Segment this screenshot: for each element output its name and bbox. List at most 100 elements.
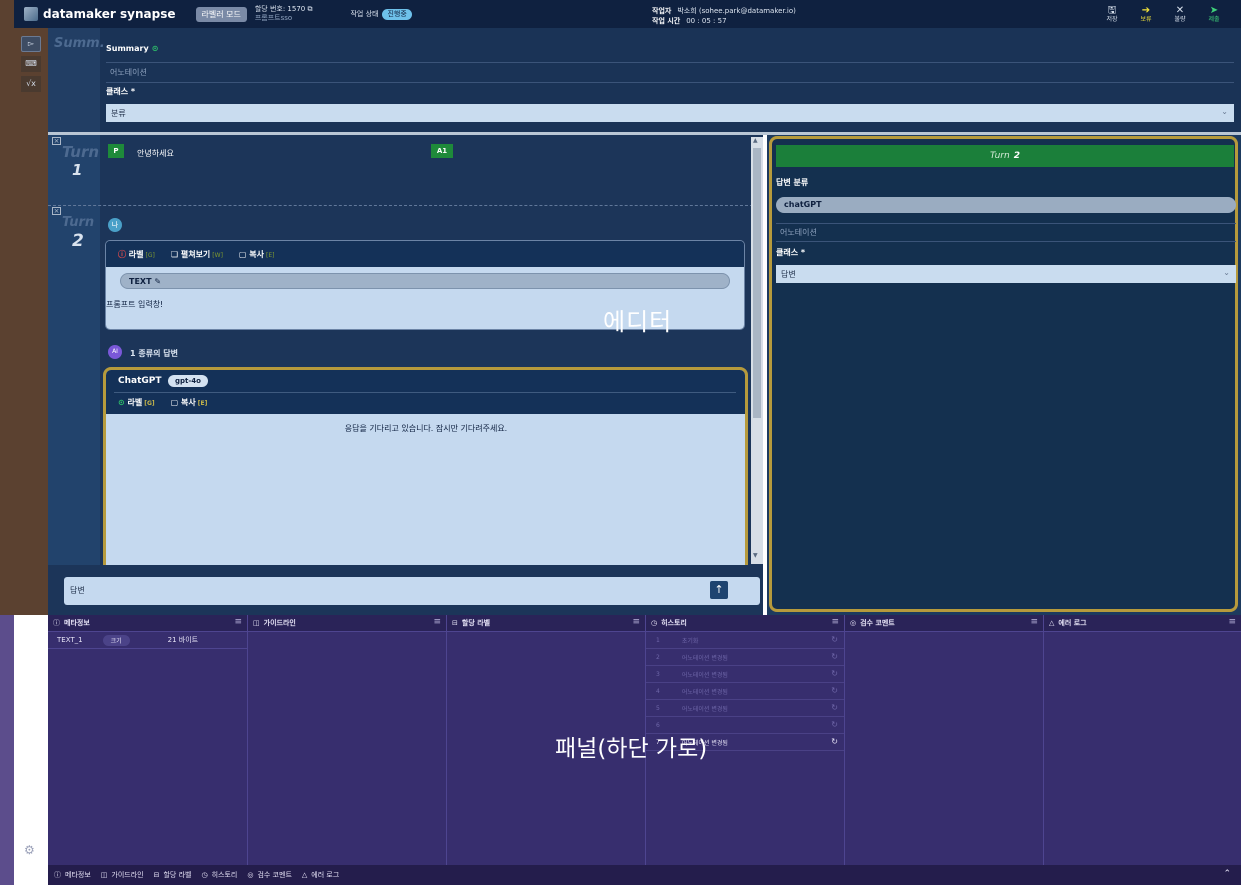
- collapse-up-icon[interactable]: ⌃: [1223, 869, 1231, 879]
- answer-count: 1 종류의 답변: [130, 349, 178, 358]
- review-panel-header: ◎ 검수 코멘트 ≡: [845, 615, 1043, 632]
- keyboard-icon[interactable]: ⌨: [21, 56, 41, 72]
- history-row[interactable]: 2 어노테이션 변경됨 ↻: [646, 649, 844, 666]
- history-text: 초기화: [681, 637, 699, 645]
- terminal-icon[interactable]: ▻: [21, 36, 41, 52]
- menu-icon[interactable]: ≡: [433, 617, 441, 627]
- menu-icon[interactable]: ≡: [632, 617, 640, 627]
- revert-icon[interactable]: ↻: [831, 635, 838, 644]
- prompt-label-button[interactable]: ⓘ 라벨 [G]: [118, 249, 155, 260]
- top-action-label: 저장: [1106, 16, 1118, 23]
- list-arrow-icon: ⊟: [153, 871, 160, 879]
- summary-class-select[interactable]: 분류 ⌄: [106, 104, 1234, 122]
- mode-badge[interactable]: 라벨러 모드: [195, 6, 247, 22]
- history-text: 어노테이션 변경됨: [681, 705, 728, 713]
- revert-icon[interactable]: ↻: [831, 669, 838, 678]
- tab-meta[interactable]: ⓘ 메타정보: [54, 870, 91, 880]
- response-actions: ⊙ 라벨 [G] ▢ 복사 [E]: [118, 397, 207, 408]
- revert-icon[interactable]: ↻: [831, 737, 838, 746]
- error-panel-header: △ 에러 로그 ≡: [1044, 615, 1241, 632]
- revert-icon[interactable]: ↻: [831, 686, 838, 695]
- editor-overlay-label: 에디터: [603, 308, 673, 336]
- turn-class-card: Turn 2 답변 분류 chatGPT 어노테이션 클래스 * 답변 ⌄: [769, 136, 1238, 612]
- top-action-button[interactable]: 🖫 저장: [1103, 5, 1121, 24]
- bottom-tab-bar: ⓘ 메타정보 ◫ 가이드라인 ⊟ 할당 라벨 ◷ 히스토리 ◎ 검수 코멘트 △ 에러 로그…: [48, 865, 1241, 885]
- tab-history[interactable]: ◷ 히스토리: [201, 870, 237, 880]
- right-annotation[interactable]: 어노테이션: [776, 223, 1236, 242]
- collapse-turn1-icon[interactable]: ⨯: [52, 137, 61, 145]
- right-class-select[interactable]: 답변 ⌄: [776, 265, 1236, 283]
- top-action-button[interactable]: ➤ 제출: [1205, 5, 1223, 24]
- right-turn-header: Turn 2: [776, 145, 1234, 167]
- response-label-button[interactable]: ⊙ 라벨 [G]: [118, 397, 155, 408]
- worker-label: 작업자: [652, 7, 672, 15]
- revert-icon[interactable]: ↻: [831, 720, 838, 729]
- turn-column: ⨯ Turn 1 ⨯ Turn 2: [48, 135, 100, 565]
- send-arrow-button[interactable]: ↑: [710, 581, 728, 599]
- app-name: datamaker synapse: [43, 7, 176, 21]
- answer-class-pill[interactable]: chatGPT: [776, 197, 1236, 213]
- tab-errors[interactable]: △ 에러 로그: [302, 870, 339, 880]
- arrow-right-icon: ➔: [1141, 5, 1151, 16]
- assign-info: 할당 번호: 1570 ⧉ 프롬프트sso: [255, 5, 313, 23]
- response-copy-button[interactable]: ▢ 복사 [E]: [171, 397, 208, 408]
- editor-scroll-thumb[interactable]: [753, 148, 761, 418]
- top-action-button[interactable]: ✕ 불량: [1171, 5, 1189, 24]
- prompt-copy-button[interactable]: ▢ 복사 [E]: [239, 249, 275, 260]
- editor: ⨯ Turn 1 ⨯ Turn 2 P 안녕하세요 A1 나 ⓘ 라벨 [G] ❏…: [48, 135, 763, 565]
- warning-icon: △: [301, 871, 308, 879]
- top-action-label: 보류: [1140, 16, 1152, 23]
- prompt-expand-button[interactable]: ❏ 펼쳐보기 [W]: [171, 249, 223, 260]
- revert-icon[interactable]: ↻: [831, 703, 838, 712]
- tab-guideline[interactable]: ◫ 가이드라인: [101, 870, 144, 880]
- top-bar: datamaker synapse 라벨러 모드 할당 번호: 1570 ⧉ 프…: [14, 0, 1241, 28]
- answer-class-title: 답변 분류: [776, 178, 809, 187]
- shortcut-strip: [0, 615, 14, 885]
- answer-input[interactable]: 답변 ↑: [64, 577, 760, 605]
- history-row[interactable]: 5 어노테이션 변경됨 ↻: [646, 700, 844, 717]
- right-class-label: 클래스 *: [776, 248, 806, 257]
- model-badge: gpt-4o: [168, 375, 208, 387]
- menu-icon[interactable]: ≡: [234, 617, 242, 627]
- history-index: 4: [656, 687, 660, 695]
- worker-value: 박소희 (sohee.park@datamaker.io): [677, 7, 796, 15]
- menu-icon[interactable]: ≡: [1030, 617, 1038, 627]
- revert-icon[interactable]: ↻: [831, 652, 838, 661]
- history-index: 6: [656, 721, 660, 729]
- worker-info: 작업자 박소희 (sohee.park@datamaker.io) 작업 시간 00…: [652, 6, 796, 26]
- tab-assigned[interactable]: ⊟ 할당 라벨: [154, 870, 192, 880]
- collapse-turn2-icon[interactable]: ⨯: [52, 207, 61, 215]
- menu-icon[interactable]: ≡: [1228, 617, 1236, 627]
- summary-title: Summary ⊙: [106, 44, 159, 53]
- summary-annotation[interactable]: 어노테이션: [106, 62, 1234, 83]
- pencil-icon[interactable]: ✎: [154, 277, 161, 286]
- text-type-pill[interactable]: TEXT ✎: [120, 273, 730, 289]
- meta-panel: ⓘ 메타정보 ≡ TEXT_1 크기 21 바이트: [48, 615, 248, 865]
- history-row[interactable]: 1 초기화 ↻: [646, 632, 844, 649]
- menu-icon[interactable]: ≡: [831, 617, 839, 627]
- answer-tag[interactable]: A1: [431, 144, 453, 158]
- history-row[interactable]: 4 어노테이션 변경됨 ↻: [646, 683, 844, 700]
- history-text: 어노테이션 변경됨: [681, 671, 728, 679]
- gear-icon[interactable]: ⚙: [24, 843, 35, 857]
- prompt-text[interactable]: 프롬프트 입력창!: [106, 299, 163, 310]
- response-waiting-text: 응답을 기다리고 있습니다. 잠시만 기다려주세요.: [344, 424, 508, 433]
- scroll-up-icon[interactable]: ▲: [753, 137, 758, 144]
- prompt-actions: ⓘ 라벨 [G] ❏ 펼쳐보기 [W] ▢ 복사 [E]: [106, 241, 744, 267]
- history-row[interactable]: 3 어노테이션 변경됨 ↻: [646, 666, 844, 683]
- warning-icon: △: [1049, 619, 1055, 627]
- right-panel: Turn 2 답변 분류 chatGPT 어노테이션 클래스 * 답변 ⌄: [767, 135, 1241, 615]
- turn2-number: 2: [72, 231, 84, 251]
- formula-icon[interactable]: √x: [21, 76, 41, 92]
- summary-section: Summ. Summary ⊙ 어노테이션 클래스 * 분류 ⌄: [48, 28, 1241, 132]
- copy-icon[interactable]: ⧉: [307, 5, 312, 13]
- history-index: 5: [656, 704, 660, 712]
- top-action-button[interactable]: ➔ 보류: [1137, 5, 1155, 24]
- meta-panel-header: ⓘ 메타정보 ≡: [48, 615, 247, 632]
- turn-divider: [48, 205, 753, 206]
- top-action-label: 제출: [1208, 16, 1220, 23]
- tab-review[interactable]: ◎ 검수 코멘트: [247, 870, 292, 880]
- scroll-down-icon[interactable]: ▼: [753, 552, 758, 559]
- prompt-tag[interactable]: P: [108, 144, 124, 158]
- assign-number: 할당 번호: 1570: [254, 5, 306, 13]
